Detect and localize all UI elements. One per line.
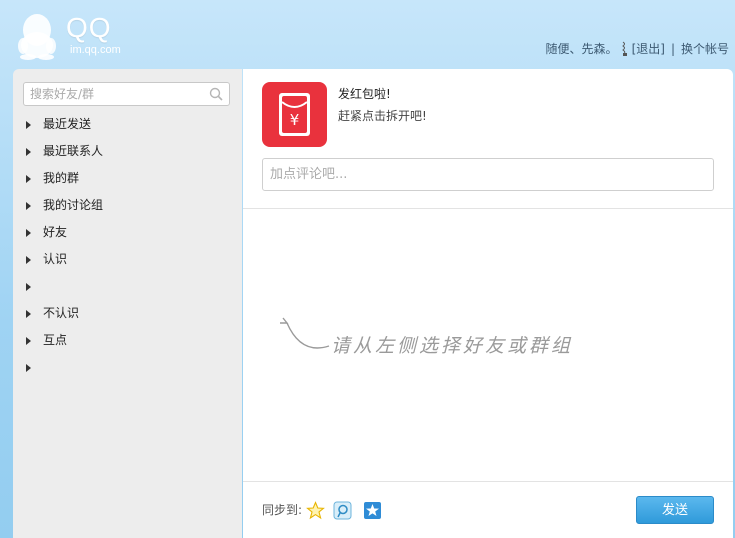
header-separator: | (670, 41, 675, 56)
group-label: 好友 (43, 225, 68, 239)
curved-arrow-icon (280, 317, 330, 349)
group-label: 最近发送 (43, 117, 92, 131)
group-item-unknown[interactable]: 不认识 (23, 300, 233, 327)
contact-group-list: 最近发送 最近联系人 我的群 我的讨论组 好友 认识 不认识 互点 (23, 111, 233, 381)
qzone-star-icon[interactable] (306, 501, 325, 520)
app-logo-text: QQ (66, 12, 112, 43)
comment-input[interactable] (263, 159, 700, 190)
group-item-friends[interactable]: 好友 (23, 219, 233, 246)
group-label: 认识 (43, 252, 68, 266)
username: 随便、先森。 (545, 42, 618, 56)
group-item-known[interactable]: 认识 (23, 246, 233, 273)
expand-arrow-icon[interactable] (26, 120, 31, 129)
search-box (23, 82, 230, 106)
group-item-unnamed[interactable] (23, 273, 233, 300)
user-bar: 随便、先森。 [退出] | 换个帐号 (546, 40, 729, 57)
favorites-star-icon[interactable] (363, 501, 382, 520)
expand-arrow-icon[interactable] (26, 363, 31, 372)
expand-arrow-icon[interactable] (26, 147, 31, 156)
share-title: 发红包啦! (338, 87, 391, 101)
select-contact-hint: 请从左侧选择好友或群组 (331, 335, 574, 357)
group-label: 不认识 (43, 306, 80, 320)
tencent-weibo-icon[interactable] (333, 501, 352, 520)
search-input[interactable] (24, 83, 200, 105)
group-label: 我的群 (43, 171, 80, 185)
expand-arrow-icon[interactable] (26, 201, 31, 210)
group-label: 互点 (43, 333, 68, 347)
svg-text:¥: ¥ (290, 111, 300, 129)
expand-arrow-icon[interactable] (26, 228, 31, 237)
online-status-icon[interactable] (620, 41, 630, 57)
group-label: 我的讨论组 (43, 198, 104, 212)
expand-arrow-icon[interactable] (26, 309, 31, 318)
comment-box (262, 158, 714, 191)
group-item-discussions[interactable]: 我的讨论组 (23, 192, 233, 219)
group-item-recent-contacts[interactable]: 最近联系人 (23, 138, 233, 165)
expand-arrow-icon[interactable] (26, 174, 31, 183)
switch-account-link[interactable]: 换个帐号 (681, 40, 729, 57)
group-item-unnamed-2[interactable] (23, 354, 233, 381)
red-packet-thumbnail: ¥ (262, 82, 327, 147)
expand-arrow-icon[interactable] (26, 255, 31, 264)
group-item-mutual[interactable]: 互点 (23, 327, 233, 354)
expand-arrow-icon[interactable] (26, 336, 31, 345)
share-panel: ¥ 发红包啦! 赶紧点击拆开吧! 请从左侧选择好友或群组 同步到: 发送 (243, 69, 733, 538)
red-packet-icon: ¥ (279, 93, 310, 136)
logout-link[interactable]: [退出] (632, 40, 665, 57)
search-icon[interactable] (209, 87, 223, 101)
qq-penguin-logo-icon (18, 14, 56, 60)
send-button[interactable]: 发送 (636, 496, 714, 524)
group-label: 最近联系人 (43, 144, 104, 158)
divider (243, 481, 733, 482)
divider (243, 208, 733, 209)
group-item-recent-sent[interactable]: 最近发送 (23, 111, 233, 138)
app-logo-subtitle: im.qq.com (70, 44, 121, 56)
contact-panel: 最近发送 最近联系人 我的群 我的讨论组 好友 认识 不认识 互点 (13, 69, 242, 538)
share-subtitle: 赶紧点击拆开吧! (338, 109, 427, 123)
group-item-my-groups[interactable]: 我的群 (23, 165, 233, 192)
expand-arrow-icon[interactable] (26, 282, 31, 291)
sync-label: 同步到: (262, 503, 303, 517)
